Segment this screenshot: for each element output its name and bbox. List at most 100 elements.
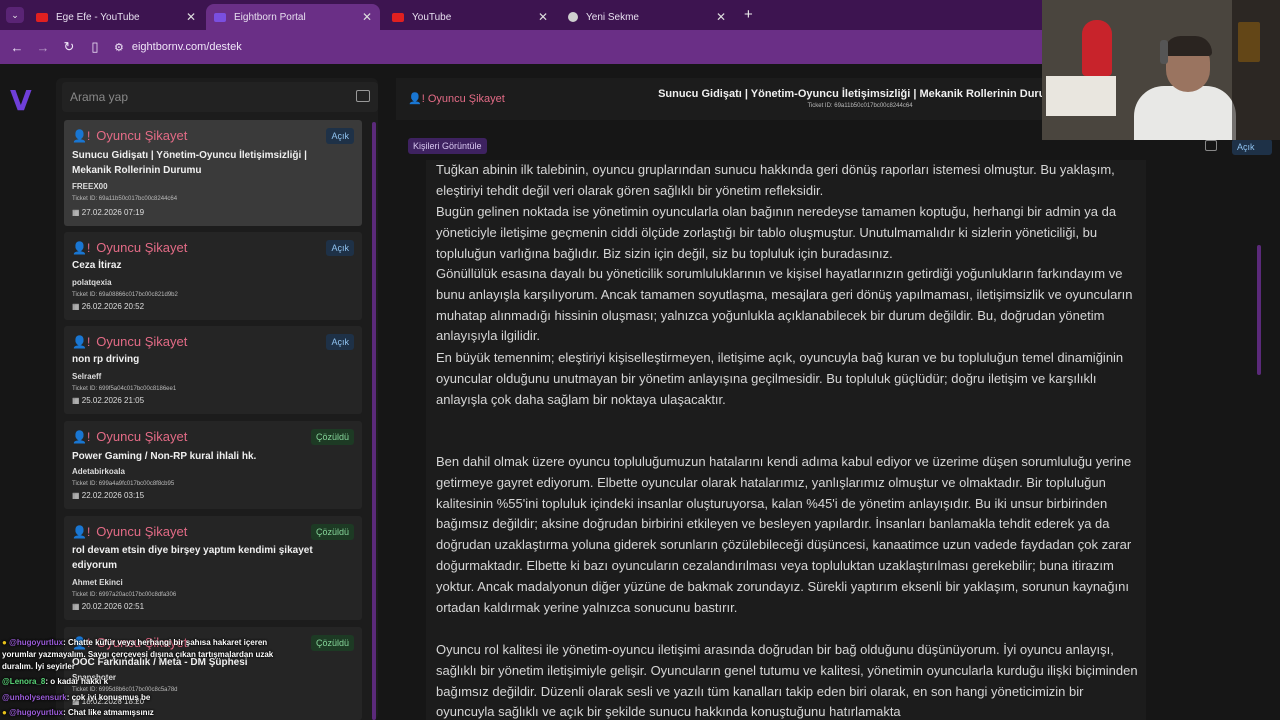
back-icon[interactable]: ← xyxy=(4,40,30,55)
reload-icon[interactable]: ↻ xyxy=(56,39,82,55)
tab-youtube[interactable]: YouTube ✕ xyxy=(384,4,556,30)
user-alert-icon: 👤! xyxy=(72,240,91,255)
chat-user: @hugoyurtlux xyxy=(9,638,64,647)
message-paragraph: En büyük temennim; eleştiriyi kişiselleş… xyxy=(436,350,1124,407)
calendar-icon: ▦ xyxy=(72,491,82,500)
tab-title: Yeni Sekme xyxy=(586,11,639,23)
eightborn-icon xyxy=(214,12,226,22)
status-badge: Çözüldü xyxy=(310,429,354,445)
tab-title: Eightborn Portal xyxy=(234,11,306,23)
ticket-title: rol devam etsin diye birşey yaptım kendi… xyxy=(72,545,313,571)
scrollbar[interactable] xyxy=(1257,245,1261,375)
ticket-category: Oyuncu Şikayet xyxy=(96,240,188,255)
message-paragraph: Bugün gelinen noktada ise yönetimin oyun… xyxy=(436,204,1117,261)
status-badge: Açık xyxy=(326,334,354,350)
ticket-category: Oyuncu Şikayet xyxy=(96,524,188,539)
ticket-message: Tuğkan abinin ilk talebinin, oyuncu grup… xyxy=(426,160,1146,720)
status-badge: Çözüldü xyxy=(310,635,354,651)
close-icon[interactable]: ✕ xyxy=(186,10,196,24)
ticket-title: Power Gaming / Non-RP kural ihlali hk. xyxy=(72,451,257,462)
ticket-card[interactable]: 👤! Oyuncu Şikayet Çözüldü Power Gaming / … xyxy=(64,421,362,509)
ticket-user: FREEX00 xyxy=(72,182,108,191)
chat-user: @Lenora_8 xyxy=(2,677,46,686)
santa-figure xyxy=(1082,20,1112,76)
calendar-icon xyxy=(1205,140,1217,151)
calendar-icon: ▦ xyxy=(72,602,82,611)
ticket-card[interactable]: 👤! Oyuncu Şikayet Açık Ceza İtiraz polatq… xyxy=(64,232,362,320)
user-alert-icon: 👤! xyxy=(72,334,91,349)
new-tab-button[interactable]: + xyxy=(744,6,753,23)
ticket-category: Oyuncu Şikayet xyxy=(96,334,188,349)
message-paragraph: Tuğkan abinin ilk talebinin, oyuncu grup… xyxy=(436,162,1115,198)
ticket-id: Ticket ID: 699a4a9fc017bc00c8f8cb95 xyxy=(72,481,175,487)
ticket-date: 27.02.2026 07:19 xyxy=(81,208,145,217)
youtube-icon xyxy=(36,12,48,22)
ticket-user: Selraeff xyxy=(72,372,102,381)
youtube-icon xyxy=(392,12,404,22)
ticket-id: Ticket ID: 6997a20ac017bc00c8dfa306 xyxy=(72,592,177,598)
forward-icon[interactable]: → xyxy=(30,40,56,55)
url-text: eightbornv.com/destek xyxy=(131,41,242,53)
scrollbar[interactable] xyxy=(372,122,376,720)
ticket-title: Sunucu Gidişatı | Yönetim-Oyuncu İletişi… xyxy=(72,150,307,176)
ticket-card[interactable]: 👤! Oyuncu Şikayet Açık Sunucu Gidişatı | … xyxy=(64,120,362,226)
ticket-id: Ticket ID: 69a08866c017bc00c821d9b2 xyxy=(72,292,178,298)
tab-title: Ege Efe - YouTube xyxy=(56,11,140,23)
close-icon[interactable]: ✕ xyxy=(538,10,548,24)
ticket-date: 26.02.2026 20:52 xyxy=(81,302,145,311)
ticket-id: Ticket ID: 69a11b50c017bc00c8244c64 xyxy=(72,196,178,202)
status-badge: Açık xyxy=(326,240,354,256)
ticket-category: Oyuncu Şikayet xyxy=(427,93,505,105)
chat-user: @hugoyurtlux xyxy=(9,708,64,717)
user-alert-icon: 👤! xyxy=(72,128,91,143)
ticket-title: non rp driving xyxy=(72,354,140,365)
headset xyxy=(1160,40,1168,64)
chrome-icon xyxy=(568,12,578,22)
split-view-icon[interactable]: ▯ xyxy=(82,39,108,55)
search-input[interactable]: Arama yap xyxy=(62,82,378,112)
eightborn-logo[interactable]: V xyxy=(10,84,32,117)
webcam-overlay xyxy=(1042,0,1280,140)
close-icon[interactable]: ✕ xyxy=(362,10,372,24)
filter-icon[interactable] xyxy=(356,90,370,102)
message-paragraph: Gönüllülük esasına dayalı bu yöneticilik… xyxy=(436,266,1133,344)
chat-message: @unholysensurk: çok iyi konuşmuş be xyxy=(2,692,150,704)
message-paragraph: Ben dahil olmak üzere oyuncu topluluğumu… xyxy=(436,454,1132,615)
user-alert-icon: 👤! xyxy=(72,429,91,444)
mod-badge-icon: ● xyxy=(2,708,10,717)
calendar-icon: ▦ xyxy=(72,208,82,217)
tab-yeni-sekme[interactable]: Yeni Sekme ✕ xyxy=(560,4,734,30)
ticket-category: Oyuncu Şikayet xyxy=(96,128,188,143)
ticket-id: Ticket ID: 699f5a04c017bc00c8186ee1 xyxy=(72,386,177,392)
ticket-card[interactable]: 👤! Oyuncu Şikayet Açık non rp driving Sel… xyxy=(64,326,362,414)
close-icon[interactable]: ✕ xyxy=(716,10,726,24)
mod-badge-icon: ● xyxy=(2,638,10,647)
ticket-date: 22.02.2026 03:15 xyxy=(81,491,145,500)
chat-text: : çok iyi konuşmuş be xyxy=(66,693,151,702)
tab-ege-efe[interactable]: Ege Efe - YouTube ✕ xyxy=(28,4,204,30)
nav-rail xyxy=(0,64,48,720)
ticket-date: 25.02.2026 21:05 xyxy=(81,396,145,405)
ticket-title: Ceza İtiraz xyxy=(72,260,122,271)
view-people-button[interactable]: Kişileri Görüntüle xyxy=(408,138,487,154)
tab-search-button[interactable]: ⌄ xyxy=(6,7,24,23)
ticket-category: Oyuncu Şikayet xyxy=(96,429,188,444)
calendar-icon: ▦ xyxy=(72,302,82,311)
chat-user: @unholysensurk xyxy=(2,693,67,702)
chat-text: : Chat like atmamışsınız xyxy=(63,708,154,717)
chat-message: ● @hugoyurtlux: Chat like atmamışsınız xyxy=(2,707,154,719)
status-badge: Çözüldü xyxy=(310,524,354,540)
user-alert-icon: 👤! xyxy=(72,524,91,539)
search-placeholder: Arama yap xyxy=(70,90,129,104)
chat-message: @Lenora_8: o kadar hakkı k xyxy=(2,676,108,688)
status-badge: Açık xyxy=(1232,139,1272,155)
ticket-user: Adetabirkoala xyxy=(72,467,125,476)
ticket-card[interactable]: 👤! Oyuncu Şikayet Çözüldü rol devam etsin… xyxy=(64,516,362,620)
tab-title: YouTube xyxy=(412,11,452,23)
chat-text: : o kadar hakkı k xyxy=(45,677,109,686)
site-info-icon[interactable]: ⚙ xyxy=(114,41,124,54)
chat-message: ● @hugoyurtlux: Chatte küfür veya herhan… xyxy=(2,637,292,673)
calendar-icon: ▦ xyxy=(72,396,82,405)
tab-eightborn-portal[interactable]: Eightborn Portal ✕ xyxy=(206,4,380,30)
address-bar[interactable]: ⚙ eightbornv.com/destek xyxy=(114,41,242,54)
